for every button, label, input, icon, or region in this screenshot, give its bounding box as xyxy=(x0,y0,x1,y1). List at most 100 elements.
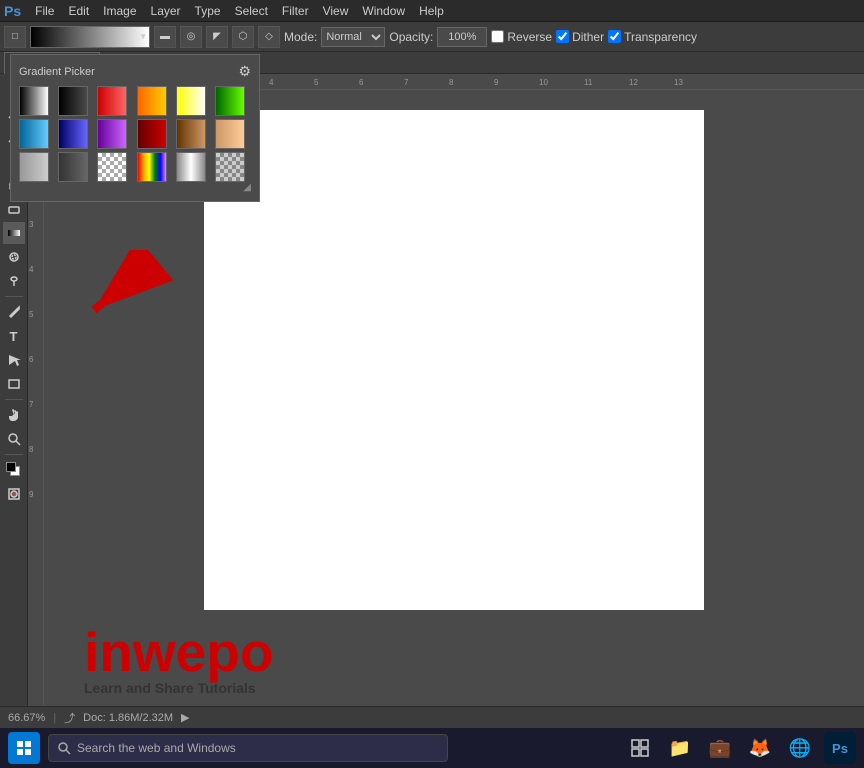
taskbar-search-text: Search the web and Windows xyxy=(77,741,236,755)
taskbar-chrome[interactable]: 🌐 xyxy=(784,732,816,764)
ruler-left-7: 7 xyxy=(29,400,33,409)
taskbar-icons: 📁 💼 🦊 🌐 Ps xyxy=(624,732,856,764)
status-separator-1: | xyxy=(53,712,56,724)
linear-gradient-btn[interactable]: ▬ xyxy=(154,26,176,48)
menu-layer[interactable]: Layer xyxy=(145,2,187,20)
menu-edit[interactable]: Edit xyxy=(62,2,95,20)
gradient-swatch-2[interactable] xyxy=(97,86,127,116)
path-select-tool[interactable] xyxy=(3,349,25,371)
tool-divider-2 xyxy=(5,399,23,400)
ruler-left-9: 9 xyxy=(29,490,33,499)
gradient-swatch-11[interactable] xyxy=(215,119,245,149)
ps-logo: Ps xyxy=(4,3,21,19)
ruler-left-5: 5 xyxy=(29,310,33,319)
gradient-swatch-9[interactable] xyxy=(137,119,167,149)
menu-filter[interactable]: Filter xyxy=(276,2,315,20)
watermark-tagline: Learn and Share Tutorials xyxy=(84,680,273,696)
menu-help[interactable]: Help xyxy=(413,2,450,20)
transparency-checkbox[interactable] xyxy=(608,30,621,43)
taskbar-store[interactable]: 💼 xyxy=(704,732,736,764)
gradient-tool[interactable] xyxy=(3,222,25,244)
gradient-swatch-0[interactable] xyxy=(19,86,49,116)
gradient-grid xyxy=(19,86,251,182)
ruler-left-6: 6 xyxy=(29,355,33,364)
gradient-preview[interactable]: ▼ xyxy=(30,26,150,48)
toolbar-square-btn[interactable]: □ xyxy=(4,26,26,48)
watermark: inwepo Learn and Share Tutorials xyxy=(84,625,273,696)
menu-window[interactable]: Window xyxy=(356,2,411,20)
diamond-gradient-btn[interactable]: ◇ xyxy=(258,26,280,48)
toolbar: □ ▼ ▬ ◎ ◤ ⬡ ◇ Mode: Normal Dissolve Mult… xyxy=(0,22,864,52)
ruler-left-3: 3 xyxy=(29,220,33,229)
picker-title: Gradient Picker xyxy=(19,66,95,78)
gradient-swatch-5[interactable] xyxy=(215,86,245,116)
dither-label[interactable]: Dither xyxy=(572,30,604,44)
gradient-swatch-15[interactable] xyxy=(137,152,167,182)
gradient-swatch-14[interactable] xyxy=(97,152,127,182)
gradient-swatch-1[interactable] xyxy=(58,86,88,116)
zoom-tool[interactable] xyxy=(3,428,25,450)
picker-header: Gradient Picker ⚙ xyxy=(19,63,251,80)
ruler-mark-6: 6 xyxy=(359,78,363,87)
ruler-mark-9: 9 xyxy=(494,78,498,87)
gradient-swatch-17[interactable] xyxy=(215,152,245,182)
menu-view[interactable]: View xyxy=(317,2,355,20)
radial-gradient-btn[interactable]: ◎ xyxy=(180,26,202,48)
ruler-mark-11: 11 xyxy=(584,78,592,87)
gradient-swatch-6[interactable] xyxy=(19,119,49,149)
opacity-input[interactable] xyxy=(437,27,487,47)
reverse-label[interactable]: Reverse xyxy=(507,30,552,44)
rectangle-tool[interactable] xyxy=(3,373,25,395)
hand-tool[interactable] xyxy=(3,404,25,426)
mode-label: Mode: xyxy=(284,30,317,44)
blur-tool[interactable] xyxy=(3,246,25,268)
ruler-mark-8: 8 xyxy=(449,78,453,87)
gradient-swatch-7[interactable] xyxy=(58,119,88,149)
quick-mask-tool[interactable] xyxy=(3,483,25,505)
ps-taskbar-label: Ps xyxy=(832,741,848,756)
reflected-gradient-btn[interactable]: ⬡ xyxy=(232,26,254,48)
menubar: Ps File Edit Image Layer Type Select Fil… xyxy=(0,0,864,22)
dodge-tool[interactable] xyxy=(3,270,25,292)
gradient-swatch-16[interactable] xyxy=(176,152,206,182)
taskbar-search[interactable]: Search the web and Windows xyxy=(48,734,448,762)
taskbar-firefox[interactable]: 🦊 xyxy=(744,732,776,764)
type-tool[interactable]: T xyxy=(3,325,25,347)
reverse-checkbox[interactable] xyxy=(491,30,504,43)
taskbar-file-explorer[interactable]: 📁 xyxy=(664,732,696,764)
doc-info-arrow[interactable]: ▶ xyxy=(181,711,189,724)
taskbar-ps-icon[interactable]: Ps xyxy=(824,732,856,764)
ruler-mark-4: 4 xyxy=(269,78,273,87)
gradient-swatch-10[interactable] xyxy=(176,119,206,149)
share-icon[interactable]: ⤴ xyxy=(64,710,75,726)
menu-image[interactable]: Image xyxy=(97,2,142,20)
type-icon: T xyxy=(10,329,18,344)
start-button[interactable] xyxy=(8,732,40,764)
menu-select[interactable]: Select xyxy=(229,2,274,20)
ruler-mark-13: 13 xyxy=(674,78,683,87)
mode-select[interactable]: Normal Dissolve Multiply xyxy=(321,27,385,47)
gradient-swatch-4[interactable] xyxy=(176,86,206,116)
gradient-swatch-3[interactable] xyxy=(137,86,167,116)
gradient-swatch-8[interactable] xyxy=(97,119,127,149)
menu-file[interactable]: File xyxy=(29,2,60,20)
dither-group: Dither xyxy=(556,30,604,44)
ruler-mark-12: 12 xyxy=(629,78,638,87)
picker-resize-handle[interactable]: ◢ xyxy=(19,182,251,193)
gradient-swatch-12[interactable] xyxy=(19,152,49,182)
document-canvas xyxy=(204,110,704,610)
taskbar-task-view[interactable] xyxy=(624,732,656,764)
foreground-background-colors[interactable] xyxy=(3,459,25,481)
watermark-brand: inwepo xyxy=(84,625,273,680)
opacity-label: Opacity: xyxy=(389,30,433,44)
ruler-mark-10: 10 xyxy=(539,78,548,87)
transparency-label[interactable]: Transparency xyxy=(624,30,697,44)
ruler-mark-7: 7 xyxy=(404,78,408,87)
menu-type[interactable]: Type xyxy=(189,2,227,20)
gradient-swatch-13[interactable] xyxy=(58,152,88,182)
dither-checkbox[interactable] xyxy=(556,30,569,43)
tool-divider-1 xyxy=(5,296,23,297)
pen-tool[interactable] xyxy=(3,301,25,323)
picker-settings-icon[interactable]: ⚙ xyxy=(238,63,251,80)
angle-gradient-btn[interactable]: ◤ xyxy=(206,26,228,48)
